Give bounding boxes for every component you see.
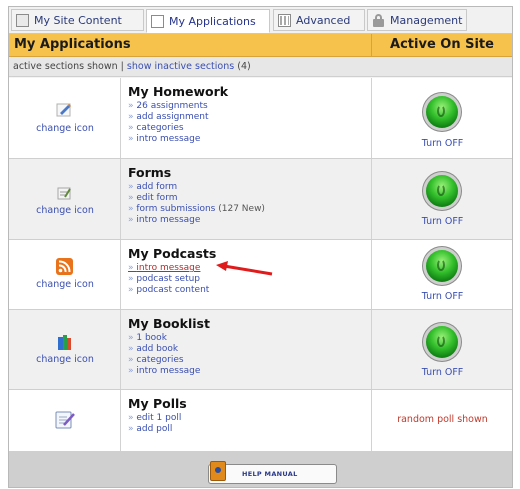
applications-list: change icon My Homework 26 assignments a… <box>9 78 512 452</box>
separator: | <box>117 61 127 72</box>
new-submissions-count: (127 New) <box>218 204 265 214</box>
podcast-content-link[interactable]: podcast content <box>128 285 371 296</box>
inactive-count: (4) <box>237 61 251 72</box>
applications-panel: My Site Content My Applications Advanced… <box>8 6 513 488</box>
book-count-link[interactable]: 1 book <box>128 333 371 344</box>
power-toggle-icon[interactable] <box>426 326 458 358</box>
tab-label: My Applications <box>169 14 256 28</box>
add-form-link[interactable]: add form <box>128 182 371 193</box>
add-poll-link[interactable]: add poll <box>128 424 371 435</box>
status-cell: Turn OFF <box>371 240 512 309</box>
tab-advanced[interactable]: Advanced <box>273 9 365 31</box>
page-title: My Applications <box>14 37 131 52</box>
status-cell: Turn OFF <box>371 78 512 158</box>
app-row-booklist: change icon My Booklist 1 book add book … <box>9 310 512 390</box>
app-title: My Polls <box>128 396 187 411</box>
app-title: My Homework <box>128 84 229 99</box>
status-cell: random poll shown <box>371 390 512 451</box>
forms-icon[interactable] <box>56 185 73 202</box>
app-row-forms: change icon Forms add form edit form for… <box>9 159 512 240</box>
edit-form-link[interactable]: edit form <box>128 193 371 204</box>
form-submissions-link[interactable]: form submissions (127 New) <box>128 204 371 215</box>
change-icon-link[interactable]: change icon <box>9 205 121 216</box>
turn-off-link[interactable]: Turn OFF <box>372 291 512 302</box>
sections-filter-bar: active sections shown | show inactive se… <box>9 57 512 77</box>
form-submissions-label: form submissions <box>136 204 216 214</box>
advanced-grid-icon <box>278 13 291 27</box>
intro-message-link[interactable]: intro message <box>128 134 371 145</box>
turn-off-link[interactable]: Turn OFF <box>372 138 512 149</box>
power-toggle-icon[interactable] <box>426 250 458 282</box>
status-column-header: Active On Site <box>371 34 512 56</box>
app-title: My Podcasts <box>128 246 217 261</box>
site-content-icon <box>16 13 29 27</box>
turn-off-link[interactable]: Turn OFF <box>372 216 512 227</box>
icon-cell <box>9 390 121 451</box>
app-details: My Homework 26 assignments add assignmen… <box>121 78 371 158</box>
tab-label: Advanced <box>296 13 351 27</box>
power-toggle-icon[interactable] <box>426 175 458 207</box>
tab-bar: My Site Content My Applications Advanced… <box>9 7 512 34</box>
change-icon-link[interactable]: change icon <box>9 354 121 365</box>
add-assignment-link[interactable]: add assignment <box>128 112 371 123</box>
poll-checklist-icon[interactable] <box>54 409 76 431</box>
app-details: Forms add form edit form form submission… <box>121 159 371 239</box>
categories-link[interactable]: categories <box>128 355 371 366</box>
icon-cell: change icon <box>9 240 121 309</box>
categories-link[interactable]: categories <box>128 123 371 134</box>
icon-cell: change icon <box>9 78 121 158</box>
turn-off-link[interactable]: Turn OFF <box>372 367 512 378</box>
app-details: My Polls edit 1 poll add poll <box>121 390 371 451</box>
status-cell: Turn OFF <box>371 310 512 389</box>
app-row-polls: My Polls edit 1 poll add poll random pol… <box>9 390 512 452</box>
power-toggle-icon[interactable] <box>426 96 458 128</box>
tab-my-site-content[interactable]: My Site Content <box>11 9 144 31</box>
help-manual-label: HELP MANUAL <box>242 470 298 478</box>
random-poll-status: random poll shown <box>397 414 488 425</box>
app-title: My Booklist <box>128 316 210 331</box>
help-manual-button[interactable]: HELP MANUAL <box>208 461 337 484</box>
change-icon-link[interactable]: change icon <box>9 279 121 290</box>
icon-cell: change icon <box>9 159 121 239</box>
lock-icon <box>372 13 385 27</box>
rss-icon[interactable] <box>56 258 73 275</box>
edit-poll-link[interactable]: edit 1 poll <box>128 413 371 424</box>
help-book-icon <box>210 461 226 481</box>
books-icon[interactable] <box>56 334 73 351</box>
add-book-link[interactable]: add book <box>128 344 371 355</box>
footer-bar: HELP MANUAL <box>9 451 512 487</box>
page-icon <box>151 14 164 28</box>
table-header: My Applications Active On Site <box>9 34 512 57</box>
app-row-podcasts: change icon My Podcasts intro message po… <box>9 240 512 310</box>
tab-my-applications[interactable]: My Applications <box>146 9 270 33</box>
tab-label: My Site Content <box>34 13 122 27</box>
intro-message-link[interactable]: intro message <box>128 366 371 377</box>
homework-pencil-icon[interactable] <box>56 101 73 118</box>
tab-label: Management <box>390 13 463 27</box>
show-inactive-link[interactable]: show inactive sections <box>127 61 234 72</box>
icon-cell: change icon <box>9 310 121 389</box>
app-details: My Booklist 1 book add book categories i… <box>121 310 371 389</box>
change-icon-link[interactable]: change icon <box>9 123 121 134</box>
active-sections-text: active sections shown <box>13 61 118 72</box>
app-row-homework: change icon My Homework 26 assignments a… <box>9 78 512 159</box>
red-arrow-annotation-icon <box>216 261 273 276</box>
status-cell: Turn OFF <box>371 159 512 239</box>
intro-message-link[interactable]: intro message <box>128 215 371 226</box>
app-title: Forms <box>128 165 172 180</box>
assignments-link[interactable]: 26 assignments <box>128 101 371 112</box>
tab-management[interactable]: Management <box>367 9 467 31</box>
